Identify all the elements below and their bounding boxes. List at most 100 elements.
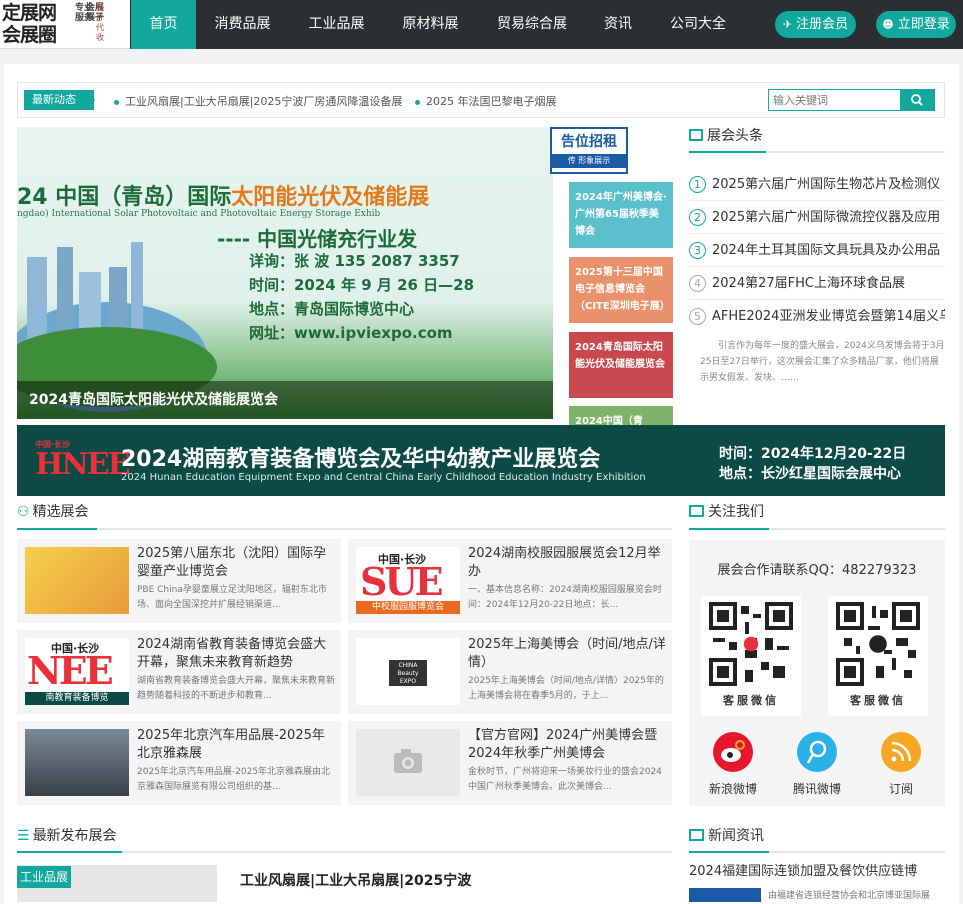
- latest-title[interactable]: 工业风扇展|工业大吊扇展|2025宁波: [240, 870, 471, 890]
- banner-time: 时间：2024年12月20-22日: [719, 446, 907, 462]
- headline-item[interactable]: 4 2024第27届FHC上海环球食品展: [689, 268, 945, 300]
- nav-consumer-expo[interactable]: 消费品展: [200, 0, 285, 49]
- search-button[interactable]: [900, 89, 935, 111]
- qr-code: 客服微信: [828, 596, 928, 716]
- qr-code: 客服微信: [701, 596, 801, 716]
- card-title: 2025第八届东北（沈阳）国际孕婴童产业博览会: [137, 546, 327, 579]
- card-desc: 湖南省教育装备博览会盛大开幕，聚焦未来教育新趋势随着科技的不断进步和教育...: [137, 676, 335, 701]
- headline-item[interactable]: 5 AFHE2024亚洲发业博览会暨第14届义乌: [689, 301, 945, 333]
- hero-title: 24 中国（青岛）国际太阳能光伏及储能展: [17, 185, 430, 210]
- ad-sub: 传 形象展示: [552, 154, 626, 168]
- banner-title: 2024湖南教育装备博览会及华中幼教产业展览会: [121, 447, 601, 472]
- news-thumbnail[interactable]: [689, 888, 761, 902]
- card-desc: 2025年北京汽车用品展-2025年北京雅森展由北京雅森国际展览有限公司组织的基…: [137, 767, 331, 792]
- featured-card[interactable]: 2025年北京汽车用品展-2025年北京雅森展 2025年北京汽车用品展-202…: [17, 721, 341, 805]
- send-icon: ✈: [782, 18, 793, 31]
- rss-icon[interactable]: [881, 732, 921, 772]
- banner-logo: HNEE: [35, 447, 130, 482]
- register-button[interactable]: ✈ 注册会员: [775, 11, 856, 38]
- section-divider: [689, 528, 945, 530]
- headline-item[interactable]: 2 2025第六届广州国际微流控仪器及应用: [689, 202, 945, 234]
- qr-label: 客服微信: [850, 694, 906, 707]
- nav-companies[interactable]: 公司大全: [656, 0, 740, 49]
- weibo-icon[interactable]: [713, 732, 753, 772]
- weibo-label[interactable]: 新浪微博: [698, 780, 768, 797]
- card-title: 2025年上海美博会（时间/地点/详情）: [468, 637, 666, 670]
- news-item-title[interactable]: 2024福建国际连锁加盟及餐饮供应链博: [689, 860, 945, 879]
- card-thumbnail: [25, 547, 129, 614]
- news-heading: 新闻资讯: [689, 824, 764, 848]
- people-icon: ⚇: [17, 504, 30, 520]
- newspaper-icon: [689, 829, 704, 841]
- search-input[interactable]: [768, 89, 901, 111]
- follow-heading: 关注我们: [689, 500, 764, 524]
- hero-slide-image[interactable]: 24 中国（青岛）国际太阳能光伏及储能展 ngdao) Internationa…: [17, 127, 553, 419]
- list-icon: ☰: [17, 828, 30, 844]
- side-card-expo[interactable]: 2024青岛国际太阳能光伏及储能展览会: [569, 332, 673, 398]
- ticker-item[interactable]: 2025 年法国巴黎电子烟展: [415, 93, 557, 109]
- headline-desc: 引言作为每年一度的盛大展会，2024义乌发博会将于3月25日至27日举行，这次展…: [700, 341, 945, 383]
- login-button[interactable]: ☻ 立即登录: [876, 11, 956, 38]
- hero-contact: 详询：张 波 135 2087 3357: [249, 252, 460, 270]
- nav-home[interactable]: 首页: [131, 0, 196, 49]
- card-desc: 2025年上海美博会（时间/地点/详情）2025年的上海美博会将在春季5月的，于…: [468, 676, 664, 701]
- card-title: 2024湖南省教育装备博览会盛大开幕，聚焦未来教育新趋势: [137, 637, 327, 670]
- featured-heading: ⚇ 精选展会: [17, 504, 89, 520]
- nav-trade-expo[interactable]: 贸易综合展: [482, 0, 582, 49]
- qr-label: 客服微信: [723, 694, 779, 707]
- ticker-item[interactable]: 工业风扇展|工业大吊扇展|2025宁波厂房通风降温设备展: [114, 93, 402, 109]
- nav-news[interactable]: 资讯: [592, 0, 644, 49]
- latest-heading: ☰ 最新发布展会: [17, 828, 117, 844]
- featured-card[interactable]: 中国·长沙 NEE 南教育装备博览 2024湖南省教育装备博览会盛大开幕，聚焦未…: [17, 630, 341, 714]
- card-thumbnail: CHINA Beauty EXPO: [356, 638, 460, 705]
- card-title: 2024湖南校服园服展览会12月举办: [468, 546, 661, 579]
- banner-ad[interactable]: 中国·长沙 HNEE 2024湖南教育装备博览会及华中幼教产业展览会 2024 …: [17, 425, 945, 496]
- ticker-arrow: [87, 90, 95, 110]
- headline-icon: [689, 129, 703, 141]
- nav-raw-material-expo[interactable]: 原材料展: [388, 0, 473, 49]
- tv-icon: [689, 505, 704, 517]
- headline-item[interactable]: 1 2025第六届广州国际生物芯片及检测仪: [689, 169, 945, 201]
- side-card-expo[interactable]: 2025第十三届中国电子信息博览会（CITE深圳电子展）: [569, 257, 673, 323]
- featured-card[interactable]: 中国·长沙 SUE 中校服园服博览会 2024湖南校服园服展览会12月举办 一、…: [348, 539, 672, 623]
- nav-industrial-expo[interactable]: 工业品展: [294, 0, 379, 49]
- camera-icon: [394, 749, 422, 773]
- logo-text: 定展网 会展圈: [2, 2, 57, 46]
- card-thumbnail: 中国·长沙 SUE 中校服园服博览会: [356, 547, 460, 614]
- hero-caption[interactable]: 2024青岛国际太阳能光伏及储能展览会: [17, 381, 553, 419]
- qr-code-image: [836, 602, 920, 686]
- tencent-weibo-label[interactable]: 腾讯微博: [782, 780, 852, 797]
- user-icon: ☻: [882, 18, 894, 31]
- ad-title: 告位招租: [561, 134, 617, 150]
- headlines-heading: 展会头条: [689, 124, 763, 148]
- side-card-expo[interactable]: 2024中国（青: [569, 406, 673, 425]
- category-tag[interactable]: 工业品展: [17, 866, 71, 888]
- card-desc: 一、基本信息名称：2024湖南校服园服展览会时间：2024年12月20-22日地…: [468, 585, 662, 610]
- contact-qq: 展会合作请联系QQ：482279323: [717, 563, 917, 578]
- hero-time: 时间：2024 年 9 月 26 日—28: [249, 276, 475, 294]
- ad-placeholder[interactable]: 告位招租 传 形象展示: [550, 127, 628, 174]
- featured-card[interactable]: 2025第八届东北（沈阳）国际孕婴童产业博览会 PBE China孕婴童展立足沈…: [17, 539, 341, 623]
- hero-place: 地点：青岛国际博览中心: [249, 300, 415, 318]
- hero-slogan: ---- 中国光储充行业发: [217, 227, 418, 251]
- tencent-weibo-icon[interactable]: [797, 732, 837, 772]
- section-divider: [689, 851, 945, 853]
- logo-tag: 名片代收: [96, 3, 104, 42]
- card-desc: PBE China孕婴童展立足沈阳地区，辐射东北市场、面向全国深挖并扩展经销渠道…: [137, 585, 327, 610]
- qr-code-image: [709, 602, 793, 686]
- section-divider: [17, 528, 672, 530]
- banner-place: 地点：长沙红星国际会展中心: [719, 466, 901, 482]
- featured-card[interactable]: 【官方官网】2024广州美博会暨2024年秋季广州美博会 金秋时节，广州将迎来一…: [348, 721, 672, 805]
- featured-card[interactable]: CHINA Beauty EXPO 2025年上海美博会（时间/地点/详情） 2…: [348, 630, 672, 714]
- headline-item[interactable]: 3 2024年土耳其国际文具玩具及办公用品: [689, 235, 945, 267]
- hero-website: 网址：www.ipviexpo.com: [249, 324, 453, 342]
- card-thumbnail: [356, 729, 460, 796]
- card-desc: 金秋时节，广州将迎来一场美妆行业的盛会2024中国广州秋季美博会。此次美博会..…: [468, 767, 662, 792]
- card-title: 2025年北京汽车用品展-2025年北京雅森展: [137, 728, 325, 761]
- card-title: 【官方官网】2024广州美博会暨2024年秋季广州美博会: [468, 728, 658, 761]
- site-logo[interactable]: 定展网 会展圈 专业服务 会展展子 名片代收: [0, 0, 130, 49]
- subscribe-label[interactable]: 订阅: [866, 780, 936, 797]
- side-card-expo[interactable]: 2024年广州美博会·广州第65届秋季美博会: [569, 182, 673, 248]
- card-thumbnail: [25, 729, 129, 796]
- section-divider: [689, 151, 945, 153]
